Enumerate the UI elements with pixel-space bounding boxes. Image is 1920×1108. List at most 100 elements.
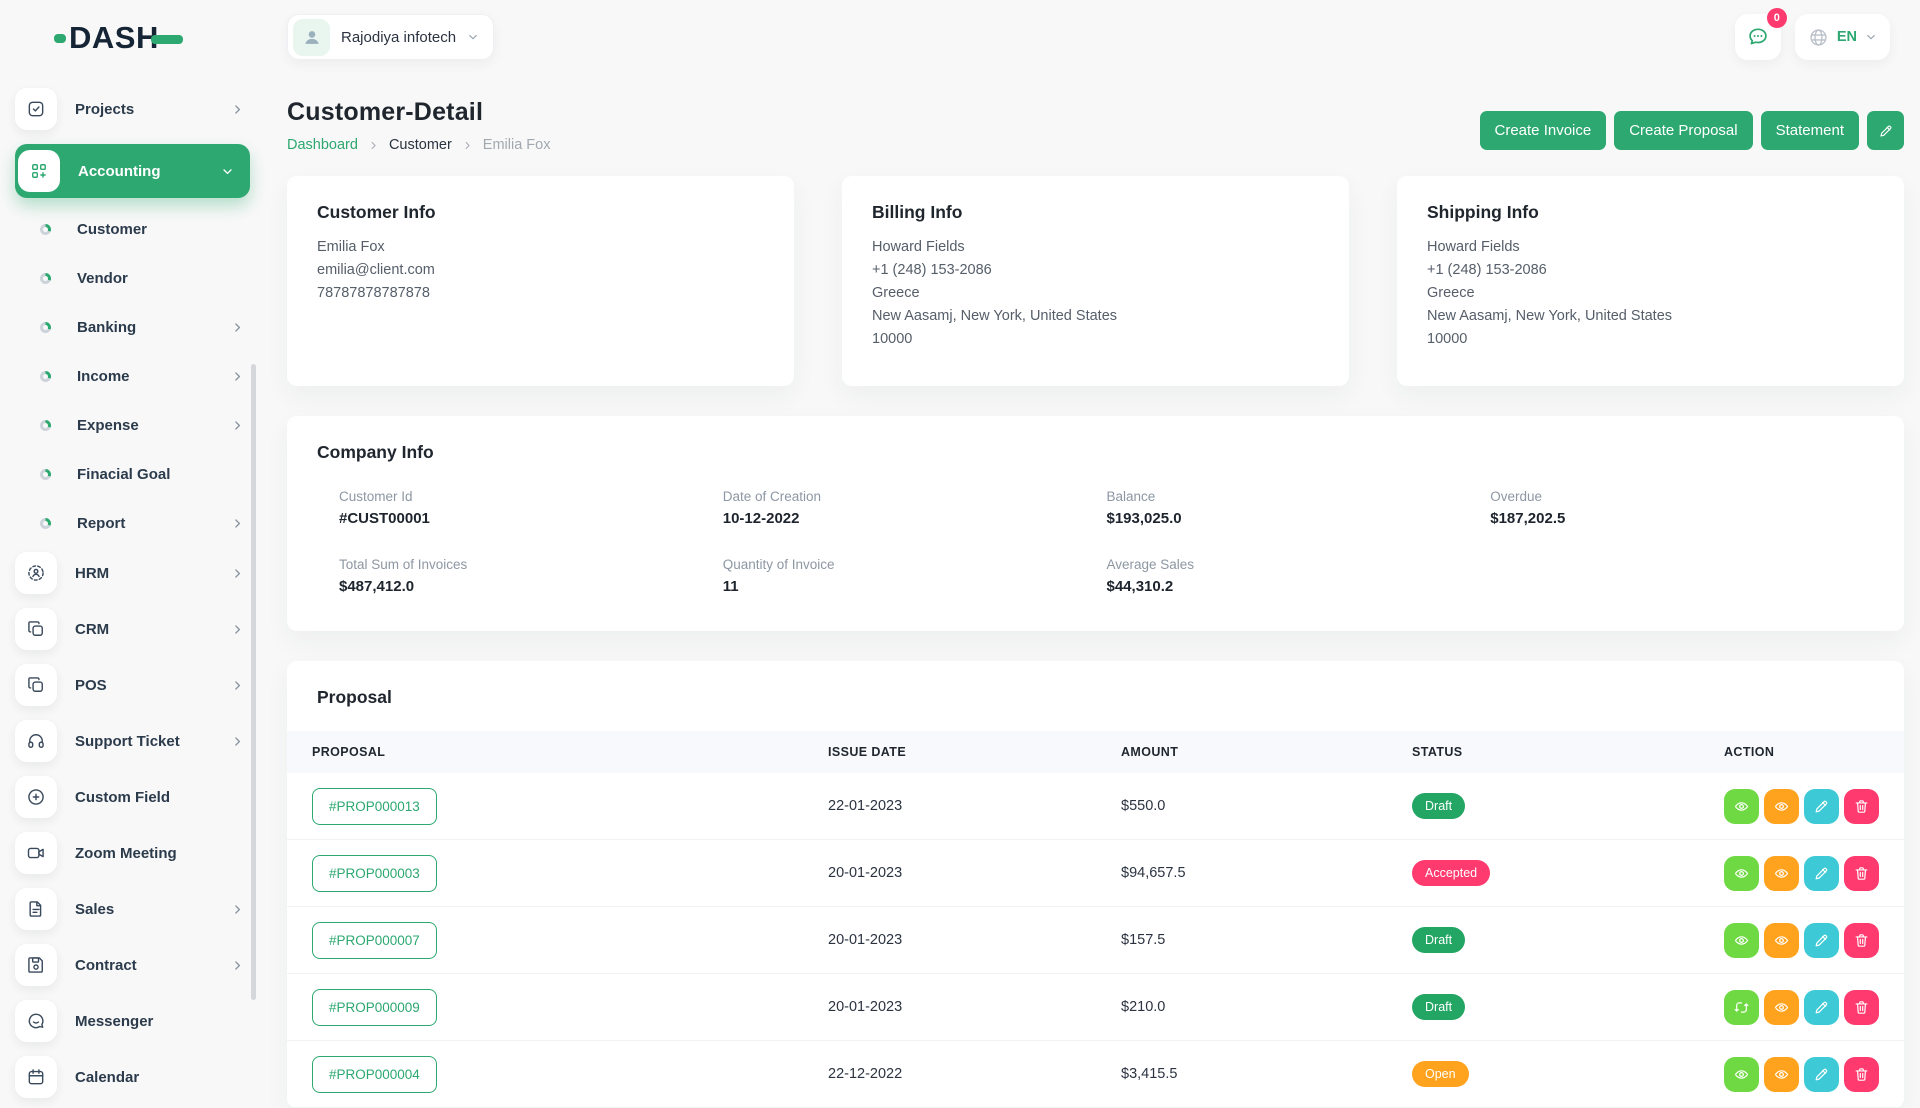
chevron-right-icon [231, 679, 244, 692]
preview-button[interactable] [1764, 1057, 1799, 1092]
proposal-link--prop000009[interactable]: #PROP000009 [312, 989, 437, 1026]
sidebar-item-label: Report [77, 515, 125, 532]
pencil-icon [1878, 123, 1894, 139]
sidebar-item-contract[interactable]: Contract [15, 944, 250, 986]
breadcrumb-item-customer[interactable]: Customer [389, 137, 452, 153]
edit-customer-button[interactable] [1867, 111, 1904, 150]
sidebar-item-income[interactable]: Income [15, 356, 250, 396]
bullet-icon [40, 273, 51, 284]
customer-info-card: Customer Info Emilia Foxemilia@client.co… [287, 176, 794, 386]
view-button[interactable] [1724, 1057, 1759, 1092]
sidebar-item-report[interactable]: Report [15, 503, 250, 543]
sidebar-item-zoom-meeting[interactable]: Zoom Meeting [15, 832, 250, 874]
company-field-customer-id: Customer Id#CUST00001 [339, 489, 723, 527]
sidebar-item-label: Calendar [75, 1069, 139, 1086]
language-selector[interactable]: EN [1795, 14, 1890, 60]
sidebar-item-projects[interactable]: Projects [15, 88, 250, 130]
delete-button[interactable] [1844, 923, 1879, 958]
amount: $550.0 [1121, 798, 1412, 814]
sidebar-item-banking[interactable]: Banking [15, 307, 250, 347]
proposal-table-header: PROPOSALISSUE DATEAMOUNTSTATUSACTION [287, 731, 1904, 773]
sidebar-item-finacial-goal[interactable]: Finacial Goal [15, 454, 250, 494]
chevron-right-icon [231, 103, 244, 116]
view-button[interactable] [1724, 856, 1759, 891]
proposal-link--prop000004[interactable]: #PROP000004 [312, 1056, 437, 1093]
field-value: $193,025.0 [1107, 510, 1491, 527]
issue-date: 20-01-2023 [828, 999, 1121, 1015]
sidebar-item-sales[interactable]: Sales [15, 888, 250, 930]
sidebar-item-accounting[interactable]: Accounting [15, 144, 250, 198]
company-field-date-of-creation: Date of Creation10-12-2022 [723, 489, 1107, 527]
view-button[interactable] [1724, 923, 1759, 958]
chevron-down-icon [1865, 31, 1877, 43]
chevron-right-icon [231, 419, 244, 432]
edit-button[interactable] [1804, 1057, 1839, 1092]
edit-button[interactable] [1804, 789, 1839, 824]
sidebar-item-customer[interactable]: Customer [15, 209, 250, 249]
eye-icon [1773, 932, 1790, 949]
sidebar-item-calendar[interactable]: Calendar [15, 1056, 250, 1098]
sidebar-item-label: Sales [75, 901, 114, 918]
chat-bubble-icon [1746, 25, 1770, 49]
company-field-overdue: Overdue$187,202.5 [1490, 489, 1874, 527]
edit-button[interactable] [1804, 990, 1839, 1025]
statement-button[interactable]: Statement [1761, 111, 1859, 150]
breadcrumb-item-dashboard[interactable]: Dashboard [287, 137, 358, 153]
delete-button[interactable] [1844, 1057, 1879, 1092]
edit-button[interactable] [1804, 856, 1839, 891]
preview-button[interactable] [1764, 923, 1799, 958]
checkbox-icon [15, 88, 57, 130]
proposal-link--prop000013[interactable]: #PROP000013 [312, 788, 437, 825]
sidebar-item-label: Contract [75, 957, 137, 974]
preview-button[interactable] [1764, 990, 1799, 1025]
sidebar-item-custom-field[interactable]: Custom Field [15, 776, 250, 818]
delete-button[interactable] [1844, 856, 1879, 891]
sidebar-item-vendor[interactable]: Vendor [15, 258, 250, 298]
field-value: 10-12-2022 [723, 510, 1107, 527]
proposal-link--prop000007[interactable]: #PROP000007 [312, 922, 437, 959]
info-line: Greece [872, 282, 1319, 305]
sidebar-item-hrm[interactable]: HRM [15, 552, 250, 594]
chevron-right-icon [368, 140, 379, 151]
topbar: Rajodiya infotech 0 EN [287, 14, 1890, 60]
floppy-disk-icon [15, 944, 57, 986]
sidebar-item-expense[interactable]: Expense [15, 405, 250, 445]
company-info-card: Company Info Customer Id#CUST00001Date o… [287, 416, 1904, 631]
chevron-right-icon [231, 903, 244, 916]
shipping-info-lines: Howard Fields+1 (248) 153-2086GreeceNew … [1427, 236, 1874, 351]
proposal-link--prop000003[interactable]: #PROP000003 [312, 855, 437, 892]
issue-date: 20-01-2023 [828, 865, 1121, 881]
delete-button[interactable] [1844, 789, 1879, 824]
status-badge: Draft [1412, 793, 1465, 819]
sidebar-item-pos[interactable]: POS [15, 664, 250, 706]
sidebar-item-label: Custom Field [75, 789, 170, 806]
edit-button[interactable] [1804, 923, 1839, 958]
billing-info-card: Billing Info Howard Fields+1 (248) 153-2… [842, 176, 1349, 386]
delete-button[interactable] [1844, 990, 1879, 1025]
view-button[interactable] [1724, 789, 1759, 824]
eye-icon [1773, 865, 1790, 882]
info-line: Emilia Fox [317, 236, 764, 259]
create-invoice-button[interactable]: Create Invoice [1480, 111, 1607, 150]
company-selector[interactable]: Rajodiya infotech [287, 14, 494, 60]
globe-icon [1808, 27, 1829, 48]
issue-date: 22-01-2023 [828, 798, 1121, 814]
trash-icon [1853, 865, 1870, 882]
sidebar-item-messenger[interactable]: Messenger [15, 1000, 250, 1042]
amount: $210.0 [1121, 999, 1412, 1015]
row-actions [1724, 990, 1879, 1025]
sidebar-scrollbar[interactable] [251, 364, 256, 1000]
info-line: 10000 [872, 328, 1319, 351]
sidebar-item-support-ticket[interactable]: Support Ticket [15, 720, 250, 762]
convert-button[interactable] [1724, 990, 1759, 1025]
eye-icon [1733, 798, 1750, 815]
video-camera-icon [15, 832, 57, 874]
preview-button[interactable] [1764, 789, 1799, 824]
logo-dot-accent [54, 34, 66, 43]
messages-button[interactable]: 0 [1735, 14, 1781, 60]
status-badge: Open [1412, 1061, 1469, 1087]
sidebar-item-crm[interactable]: CRM [15, 608, 250, 650]
preview-button[interactable] [1764, 856, 1799, 891]
field-label: Total Sum of Invoices [339, 557, 723, 572]
create-proposal-button[interactable]: Create Proposal [1614, 111, 1752, 150]
